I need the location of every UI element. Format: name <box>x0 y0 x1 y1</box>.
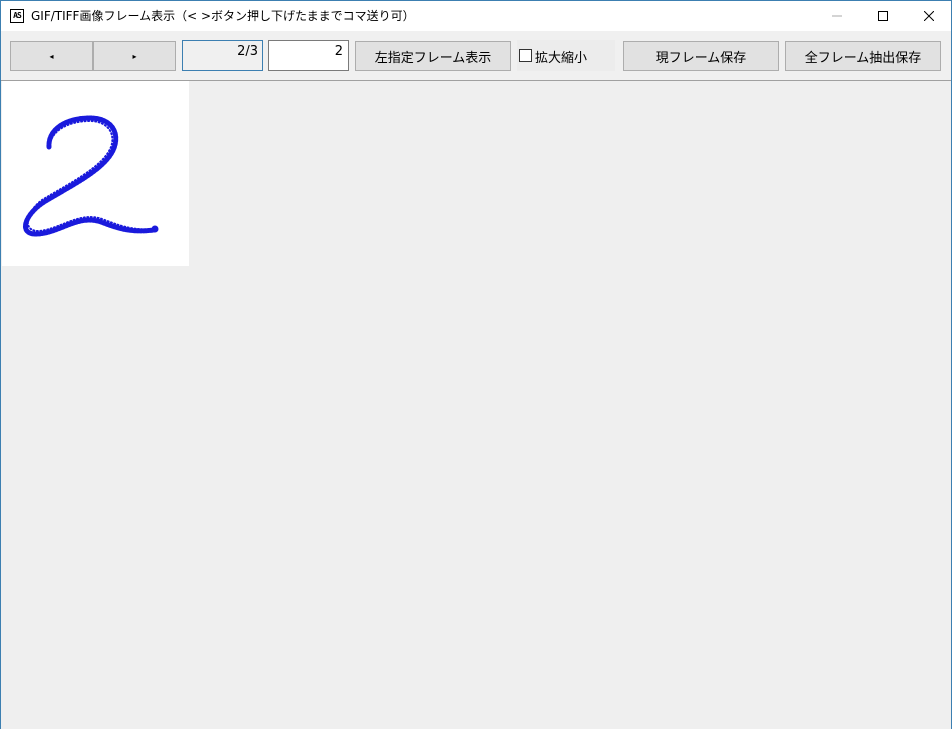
next-frame-button[interactable]: ▸ <box>93 41 176 71</box>
digit-two-image <box>23 115 159 237</box>
frame-number-input[interactable]: 2 <box>268 40 349 71</box>
prev-arrow-icon: ◂ <box>49 51 54 61</box>
save-all-frames-label: 全フレーム抽出保存 <box>804 50 922 66</box>
digit-stroke-outer <box>23 115 157 237</box>
maximize-icon <box>878 11 888 21</box>
zoom-checkbox-label[interactable]: 拡大縮小 <box>535 47 587 66</box>
minimize-icon <box>832 15 842 17</box>
title-bar[interactable]: AS GIF/TIFF画像フレーム表示（< >ボタン押し下げたままでコマ送り可） <box>1 1 951 31</box>
frame-nav-group: ◂ ▸ <box>10 41 176 71</box>
close-button[interactable] <box>906 1 952 31</box>
prev-frame-button[interactable]: ◂ <box>10 41 93 71</box>
app-window: AS GIF/TIFF画像フレーム表示（< >ボタン押し下げたままでコマ送り可）… <box>0 0 952 729</box>
save-current-frame-label: 現フレーム保存 <box>655 50 747 66</box>
save-current-frame-button[interactable]: 現フレーム保存 <box>623 41 779 71</box>
show-frame-button[interactable]: 左指定フレーム表示 <box>355 41 511 71</box>
zoom-checkbox-group[interactable]: 拡大縮小 <box>517 40 615 71</box>
save-all-frames-button[interactable]: 全フレーム抽出保存 <box>785 41 941 71</box>
digit-stroke-end <box>151 225 159 233</box>
window-title: GIF/TIFF画像フレーム表示（< >ボタン押し下げたままでコマ送り可） <box>31 9 415 23</box>
zoom-checkbox[interactable] <box>519 49 532 62</box>
show-frame-label: 左指定フレーム表示 <box>374 50 492 66</box>
next-arrow-icon: ▸ <box>132 51 137 61</box>
app-icon[interactable]: AS <box>10 9 24 23</box>
close-icon <box>924 11 934 21</box>
image-canvas-area <box>1 80 951 729</box>
frame-position-display: 2/3 <box>182 40 263 71</box>
minimize-button[interactable] <box>814 1 860 31</box>
maximize-button[interactable] <box>860 1 906 31</box>
frame-image <box>2 81 189 266</box>
